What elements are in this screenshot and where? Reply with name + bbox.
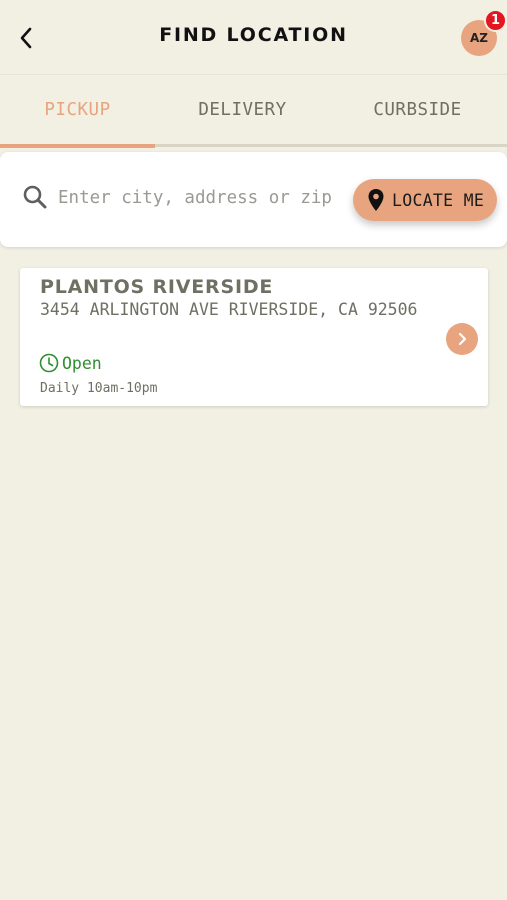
search-bar: LOCATE ME	[0, 152, 507, 247]
location-name: PLANTOS RIVERSIDE	[40, 276, 274, 298]
locate-me-button[interactable]: LOCATE ME	[353, 179, 497, 221]
active-tab-indicator	[0, 144, 155, 148]
location-card[interactable]: PLANTOS RIVERSIDE 3454 ARLINGTON AVE RIV…	[20, 268, 488, 406]
search-icon	[23, 185, 47, 209]
status-row: Open	[39, 353, 102, 373]
chevron-right-icon	[458, 332, 467, 346]
tab-pickup[interactable]: PICKUP	[0, 75, 155, 144]
select-location-button[interactable]	[446, 323, 478, 355]
order-type-tabs: PICKUP DELIVERY CURBSIDE	[0, 75, 507, 147]
app-header: FIND LOCATION AZ 1	[0, 0, 507, 75]
location-address: 3454 ARLINGTON AVE RIVERSIDE, CA 92506	[40, 300, 418, 319]
clock-icon	[39, 353, 59, 373]
location-pin-icon	[368, 189, 384, 211]
page-title: FIND LOCATION	[159, 24, 348, 46]
status-badge: Open	[62, 353, 102, 373]
tab-delivery[interactable]: DELIVERY	[165, 75, 320, 144]
search-input[interactable]	[58, 180, 348, 216]
notification-badge: 1	[484, 9, 507, 32]
tab-curbside[interactable]: CURBSIDE	[340, 75, 495, 144]
location-hours: Daily 10am-10pm	[40, 381, 158, 396]
locate-me-label: LOCATE ME	[392, 190, 485, 210]
